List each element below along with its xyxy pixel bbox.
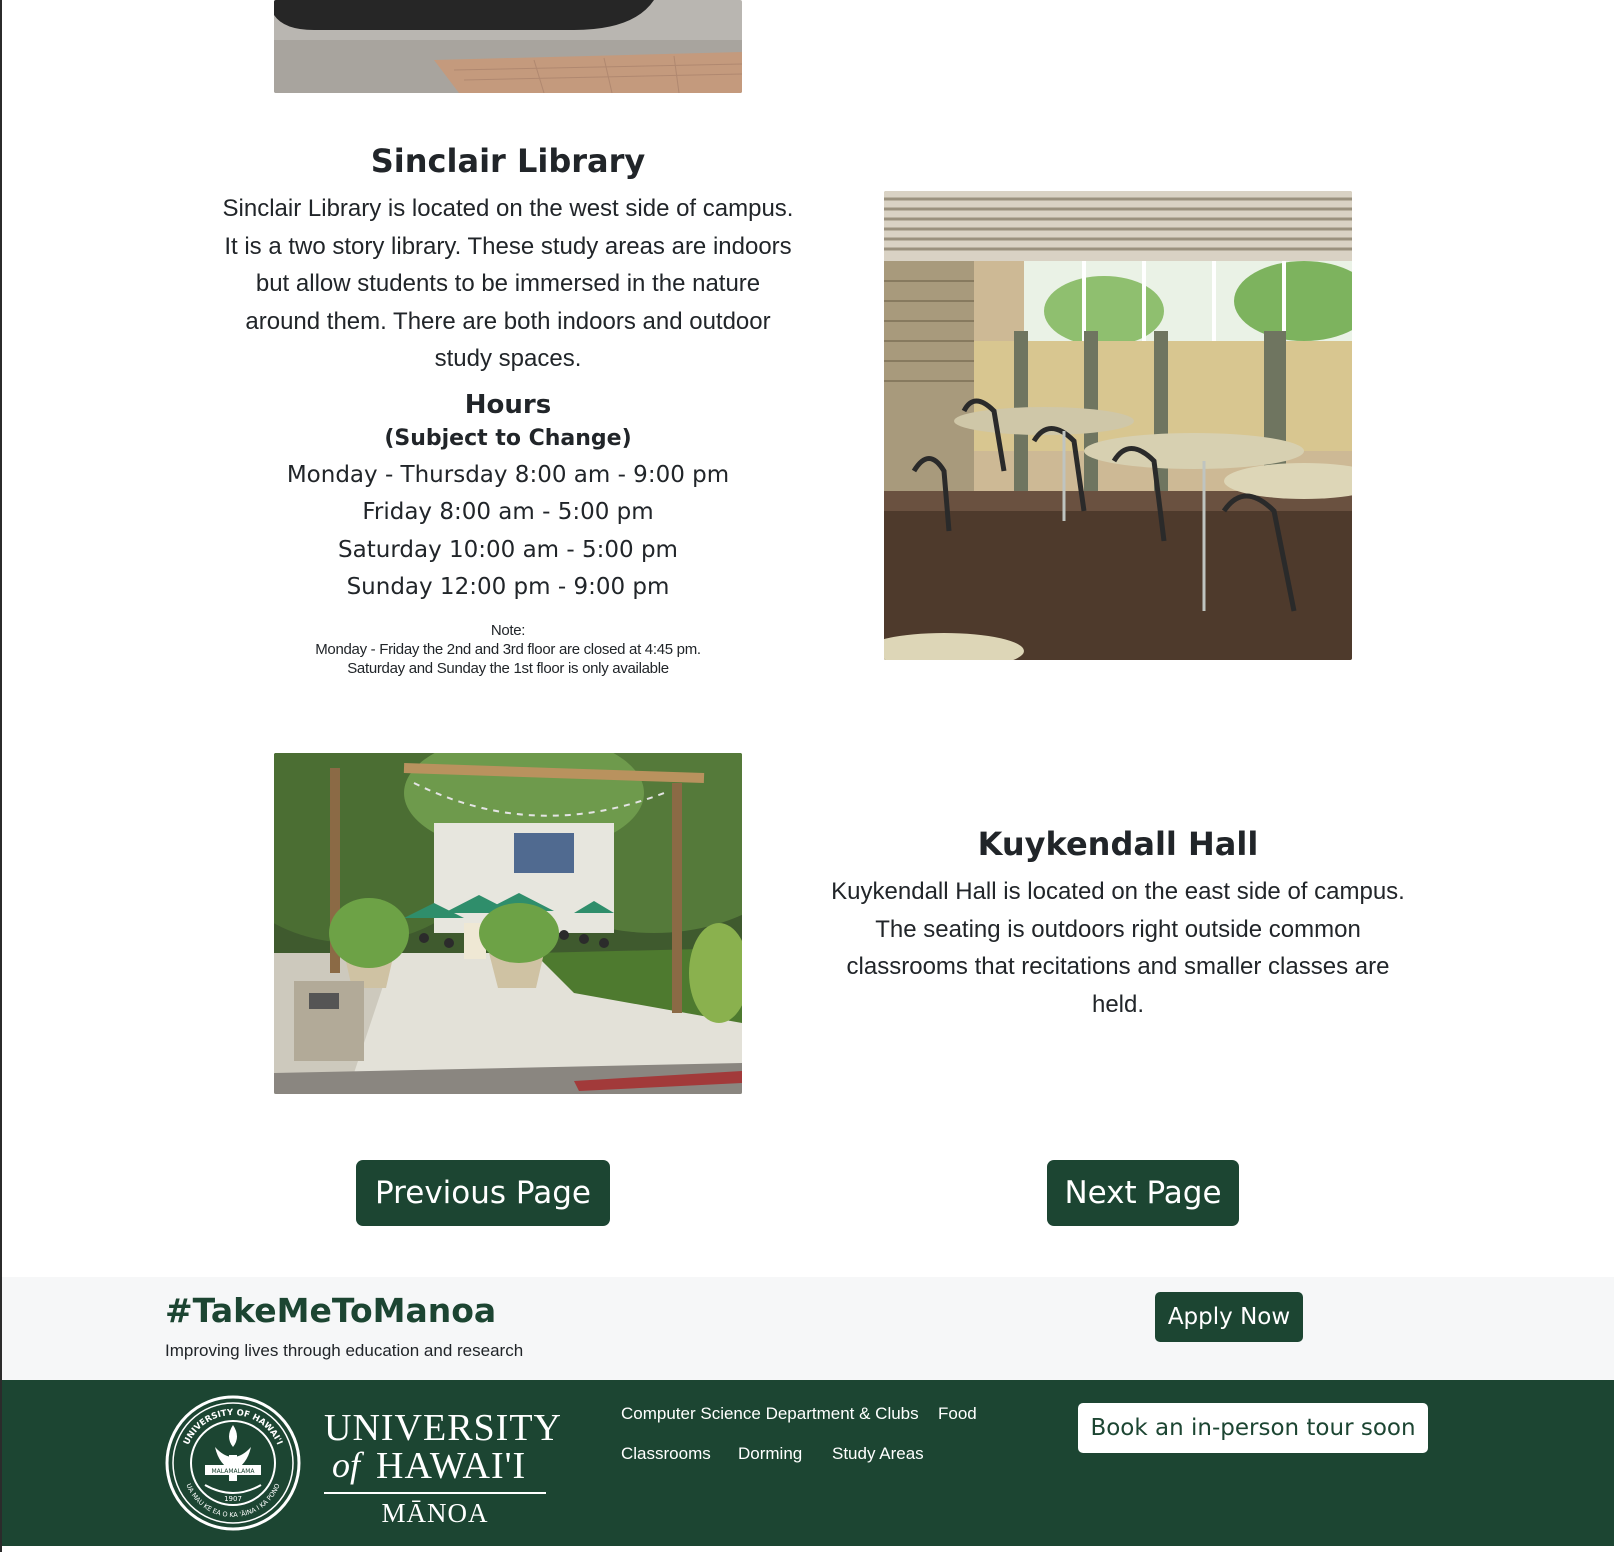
section-title: Sinclair Library	[370, 142, 646, 180]
book-tour-button[interactable]: Book an in-person tour soon	[1078, 1403, 1428, 1453]
seal-year: 1907	[224, 1495, 242, 1503]
hours-list: Monday - Thursday 8:00 am - 9:00 pm Frid…	[212, 457, 804, 607]
section-description: Sinclair Library is located on the west …	[222, 195, 794, 372]
next-page-button[interactable]: Next Page	[1047, 1160, 1239, 1226]
apply-now-button[interactable]: Apply Now	[1155, 1292, 1303, 1342]
section-title: Kuykendall Hall	[977, 825, 1259, 863]
note-line: Saturday and Sunday the 1st floor is onl…	[347, 659, 669, 677]
footer: UNIVERSITY OF HAWAI'I UA MAU KE EA O KA …	[2, 1380, 1614, 1546]
hours-note: Note: Monday - Friday the 2nd and 3rd fl…	[212, 621, 804, 678]
hours-line: Sunday 12:00 pm - 9:00 pm	[346, 574, 670, 600]
wordmark-of: of	[332, 1445, 361, 1485]
hours-heading: Hours	[464, 389, 552, 420]
university-wordmark: UNIVERSITY of HAWAI'I MĀNOA	[324, 1406, 561, 1536]
hours-subheading: (Subject to Change)	[384, 425, 632, 451]
hours-line: Friday 8:00 am - 5:00 pm	[362, 499, 654, 525]
wordmark-line2: HAWAI'I	[376, 1445, 527, 1487]
footer-link-cs-department[interactable]: Computer Science Department & Clubs	[621, 1404, 919, 1424]
kuykendall-section: Kuykendall Hall Kuykendall Hall is locat…	[820, 825, 1416, 1023]
note-label: Note:	[490, 621, 526, 639]
previous-page-button[interactable]: Previous Page	[356, 1160, 610, 1226]
footer-link-study-areas[interactable]: Study Areas	[832, 1444, 924, 1464]
seal-banner: MALAMALAMA	[211, 1468, 255, 1475]
wordmark-divider	[324, 1492, 546, 1494]
hours-line: Saturday 10:00 am - 5:00 pm	[338, 536, 678, 563]
footer-link-food[interactable]: Food	[938, 1404, 977, 1424]
university-seal-logo: UNIVERSITY OF HAWAI'I UA MAU KE EA O KA …	[165, 1395, 301, 1531]
kuykendall-hall-photo	[274, 753, 742, 1094]
campus-photo-top	[274, 0, 742, 93]
hours-line: Monday - Thursday 8:00 am - 9:00 pm	[286, 461, 730, 488]
wordmark-line3: MĀNOA	[381, 1498, 489, 1528]
cta-band: #TakeMeToManoa Improving lives through e…	[2, 1277, 1614, 1380]
footer-link-classrooms[interactable]: Classrooms	[621, 1444, 711, 1464]
section-description: Kuykendall Hall is located on the east s…	[831, 878, 1405, 1018]
hashtag-title: #TakeMeToManoa	[165, 1291, 497, 1330]
tagline: Improving lives through education and re…	[165, 1341, 524, 1360]
footer-link-dorming[interactable]: Dorming	[738, 1444, 802, 1464]
sinclair-library-photo	[884, 191, 1352, 660]
sinclair-section: Sinclair Library Sinclair Library is loc…	[212, 142, 804, 678]
note-line: Monday - Friday the 2nd and 3rd floor ar…	[315, 640, 701, 658]
